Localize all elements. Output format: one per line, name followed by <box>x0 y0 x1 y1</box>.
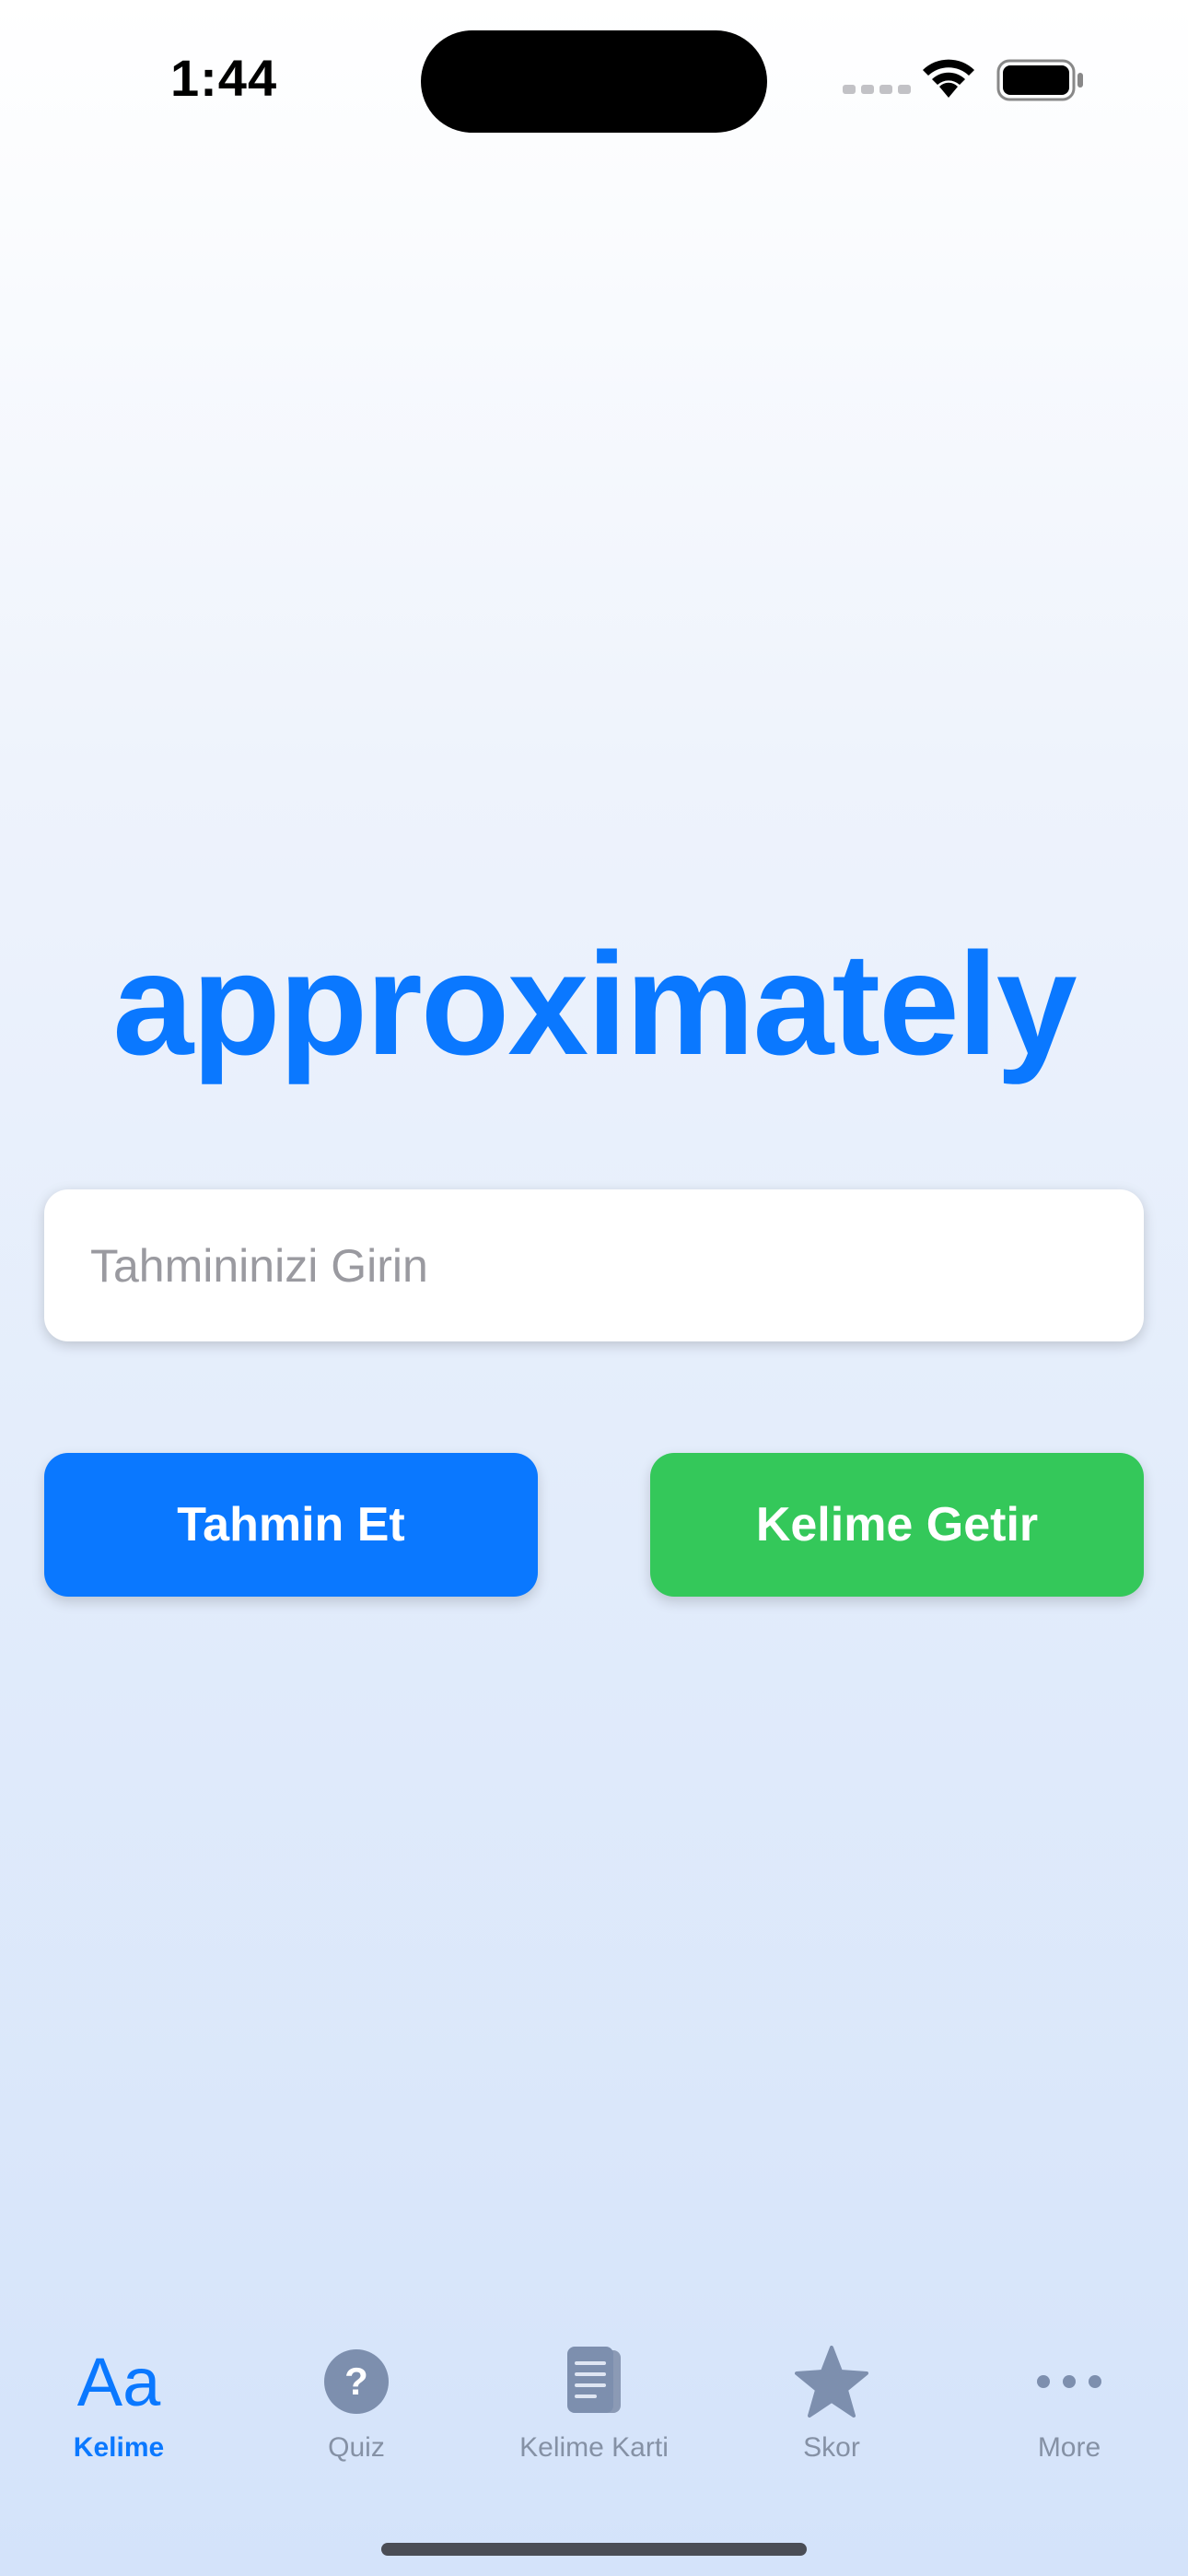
tab-skor[interactable]: Skor <box>713 2340 950 2506</box>
star-icon <box>795 2340 868 2423</box>
status-bar: 1:44 <box>0 0 1188 157</box>
tab-label: Kelime <box>73 2432 165 2463</box>
dynamic-island <box>421 30 767 133</box>
cellular-signal-icon <box>843 85 911 94</box>
status-time: 1:44 <box>170 49 278 107</box>
battery-icon <box>996 59 1083 101</box>
guess-input[interactable] <box>44 1189 1144 1341</box>
tab-kelime-karti[interactable]: Kelime Karti <box>475 2340 713 2506</box>
book-icon <box>562 2340 626 2423</box>
svg-text:?: ? <box>344 2359 368 2403</box>
tab-label: More <box>1037 2432 1101 2463</box>
wifi-icon <box>923 59 974 98</box>
tab-label: Quiz <box>328 2432 385 2463</box>
guess-button[interactable]: Tahmin Et <box>44 1453 538 1597</box>
tab-bar: Aa Kelime ? Quiz Kelime Karti Skor More <box>0 2340 1188 2506</box>
tab-kelime[interactable]: Aa Kelime <box>0 2340 238 2506</box>
question-circle-icon: ? <box>323 2340 390 2423</box>
text-aa-icon: Aa <box>76 2343 161 2420</box>
tab-label: Skor <box>803 2432 860 2463</box>
ellipsis-icon <box>1036 2340 1102 2423</box>
home-indicator[interactable] <box>381 2543 807 2556</box>
current-word: approximately <box>112 923 1077 1085</box>
tab-quiz[interactable]: ? Quiz <box>238 2340 475 2506</box>
tab-more[interactable]: More <box>950 2340 1188 2506</box>
tab-label: Kelime Karti <box>519 2432 669 2463</box>
fetch-word-button[interactable]: Kelime Getir <box>650 1453 1144 1597</box>
